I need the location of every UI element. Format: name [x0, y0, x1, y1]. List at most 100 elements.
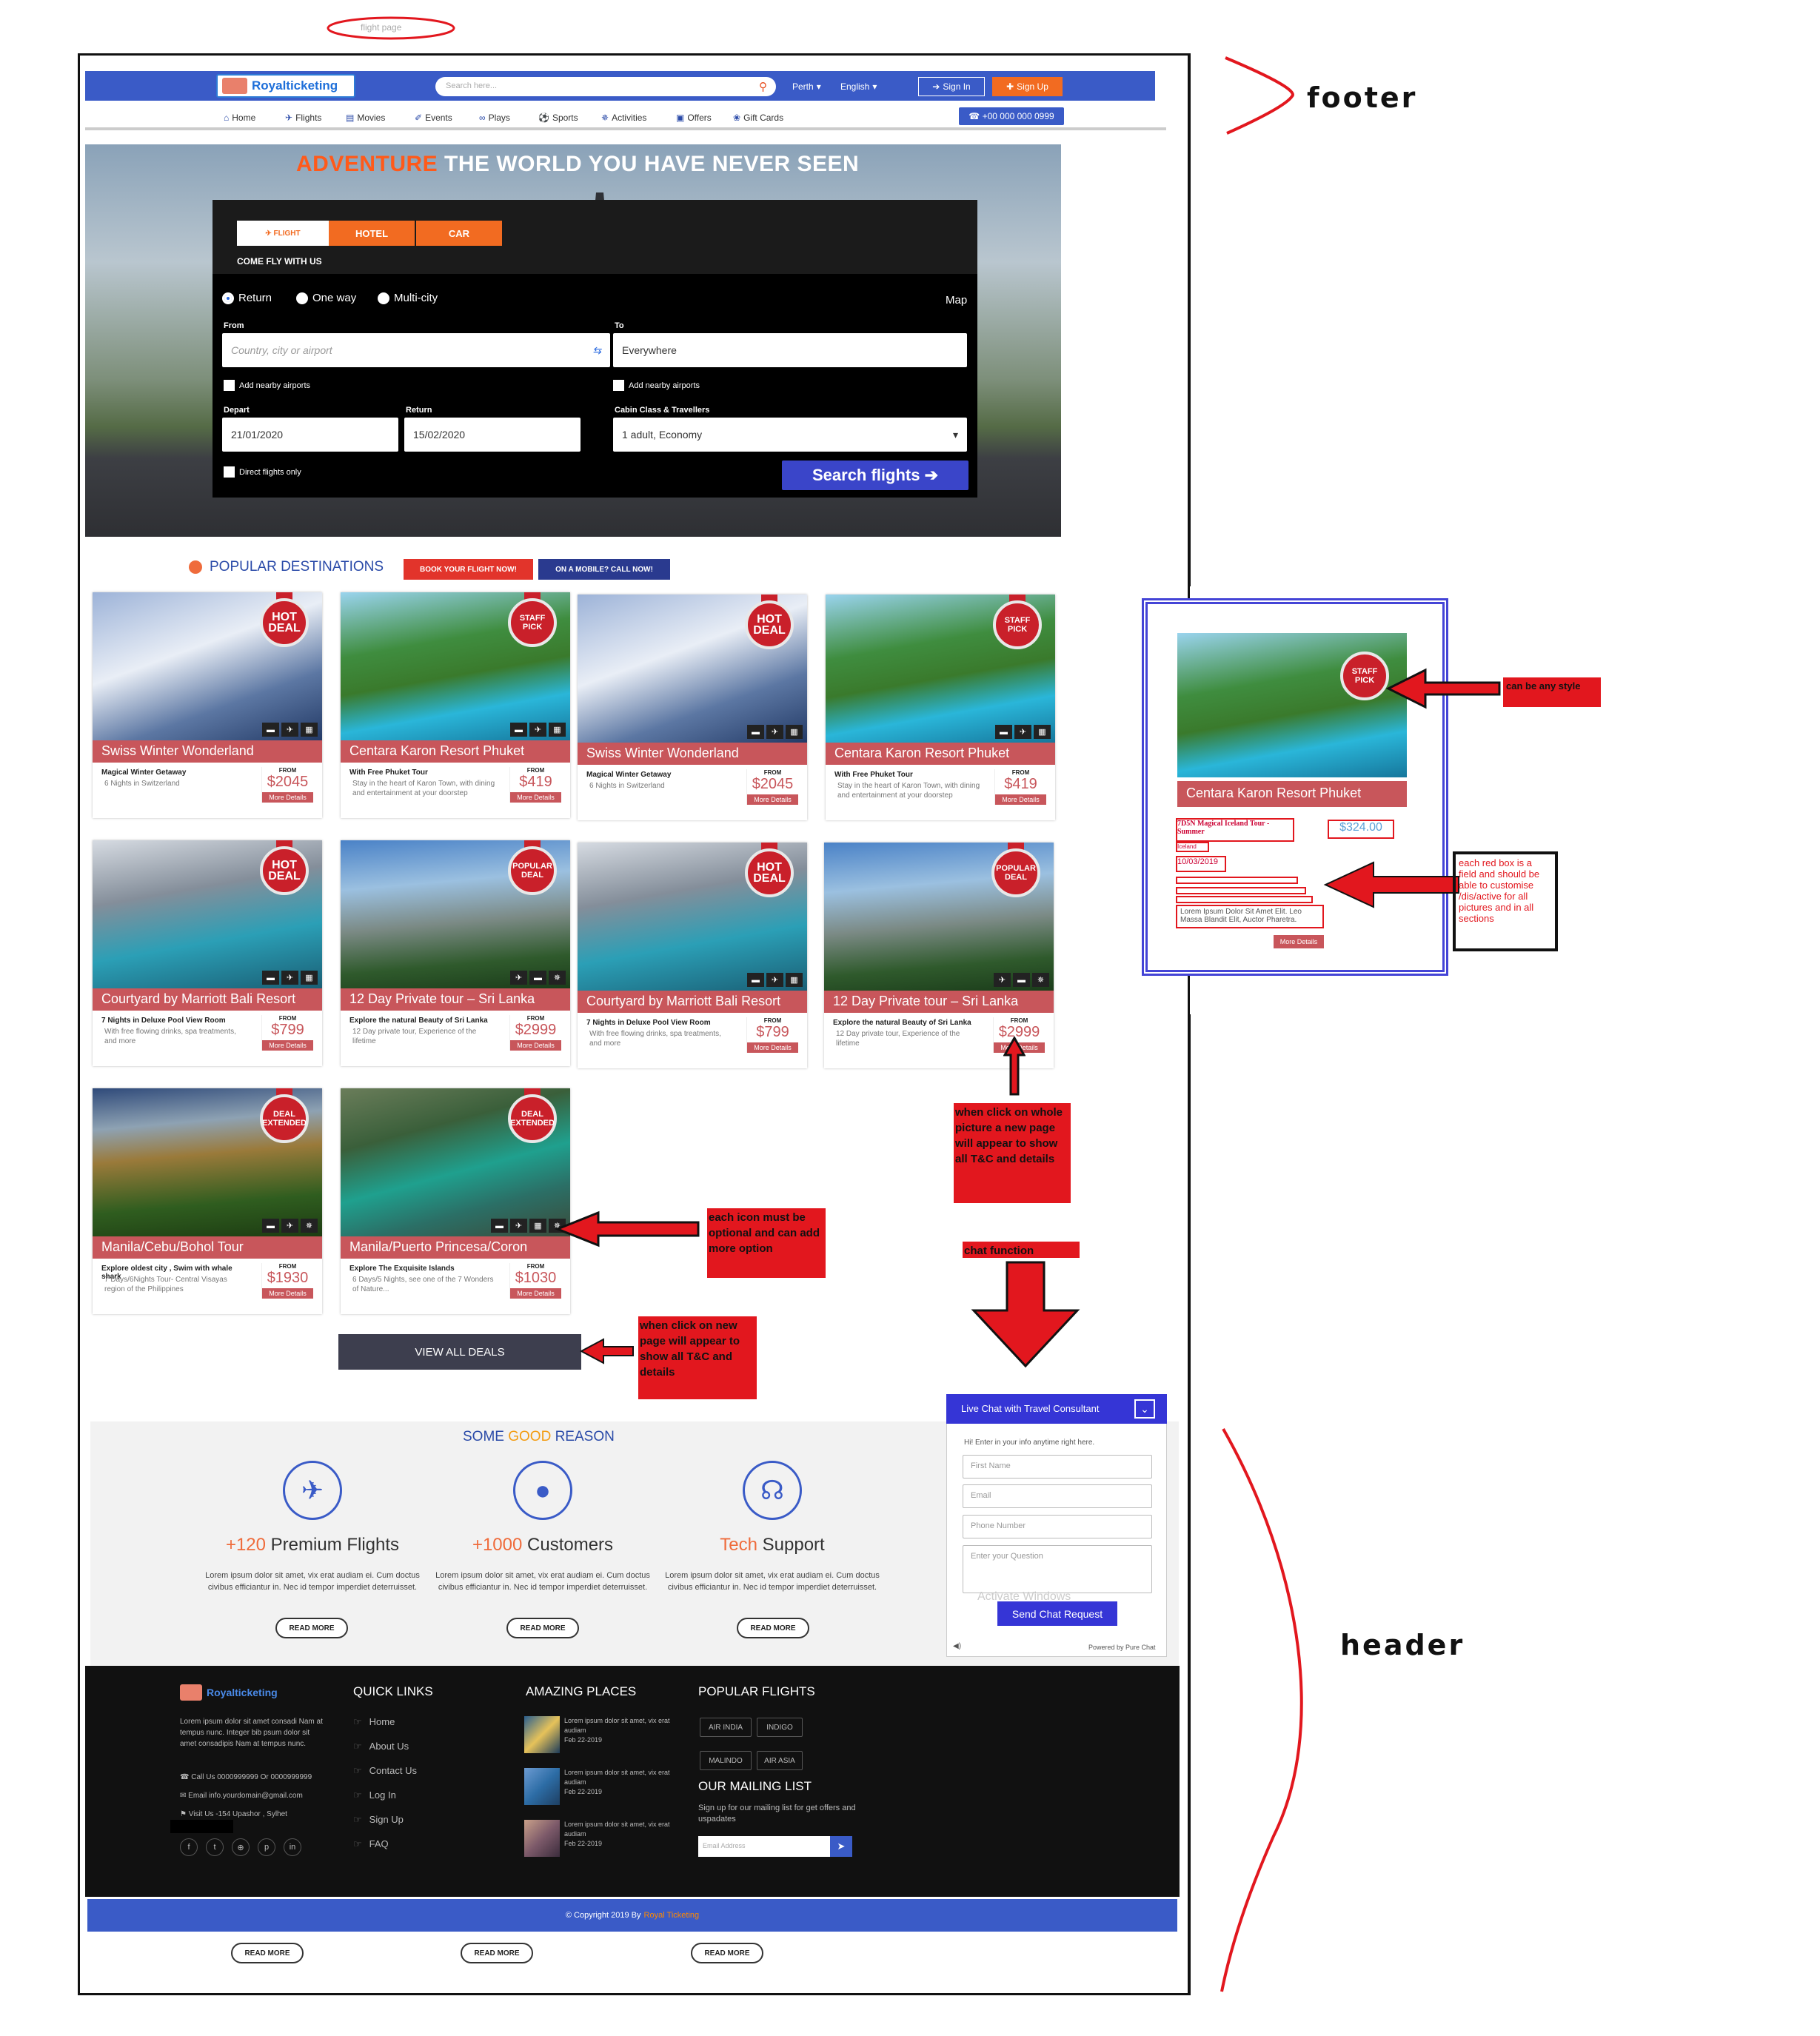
- deal-card[interactable]: POPULAR DEAL ✈ ▬ ✵ 12 Day Private tour – S…: [824, 843, 1054, 1068]
- chat-email[interactable]: Email: [963, 1484, 1152, 1508]
- card-title: Centara Karon Resort Phuket: [341, 740, 570, 763]
- view-all-deals-button[interactable]: VIEW ALL DEALS: [338, 1334, 581, 1370]
- side-card-badge: STAFF PICK: [1340, 652, 1389, 700]
- nav-plays[interactable]: ∞ Plays: [479, 113, 510, 123]
- call-now-button[interactable]: ON A MOBILE? CALL NOW!: [538, 559, 670, 580]
- city-select[interactable]: Perth ▾: [792, 77, 821, 96]
- read-more-button[interactable]: READ MORE: [275, 1618, 348, 1638]
- footer-link-about[interactable]: ☞ About Us: [353, 1741, 409, 1752]
- read-more-button[interactable]: READ MORE: [461, 1943, 533, 1963]
- depart-input[interactable]: 21/01/2020: [222, 418, 398, 452]
- direct-flights-checkbox[interactable]: Direct flights only: [224, 466, 301, 478]
- chevron-down-icon[interactable]: ⌄: [1134, 1399, 1155, 1419]
- swap-icon[interactable]: ⇆: [592, 344, 601, 357]
- phone-button[interactable]: ☎ +00 000 000 0999: [959, 107, 1064, 125]
- deal-card[interactable]: HOT DEAL ▬ ✈ ▦ Swiss Winter Wonderland Mag…: [93, 592, 322, 818]
- footer-link-contact[interactable]: ☞ Contact Us: [353, 1765, 417, 1777]
- footer-link-login[interactable]: ☞ Log In: [353, 1789, 396, 1801]
- place-item[interactable]: Lorem ipsum dolor sit amet, vix erat aud…: [564, 1768, 675, 1797]
- nav-offers[interactable]: ▣ Offers: [676, 113, 712, 123]
- more-details-button[interactable]: More Details: [262, 1040, 313, 1051]
- read-more-button[interactable]: READ MORE: [737, 1618, 809, 1638]
- nearby-to-checkbox[interactable]: Add nearby airports: [613, 380, 700, 391]
- radio-return[interactable]: Return: [222, 292, 272, 304]
- radio-one-way[interactable]: One way: [296, 292, 356, 304]
- chat-question[interactable]: Enter your Question: [963, 1545, 1152, 1593]
- more-details-button[interactable]: More Details: [510, 792, 561, 803]
- plane-icon: ✈: [281, 1219, 298, 1233]
- logo[interactable]: Royalticketing: [216, 74, 355, 98]
- deal-card[interactable]: HOT DEAL ▬ ✈ ▦ Swiss Winter Wonderland Mag…: [578, 595, 807, 820]
- nav-events[interactable]: ✐ Events: [415, 113, 452, 123]
- tab-flight[interactable]: ✈ FLIGHT: [237, 221, 329, 246]
- search-icon[interactable]: ⚲: [759, 80, 767, 93]
- more-details-button[interactable]: More Details: [510, 1288, 561, 1299]
- deal-card[interactable]: STAFF PICK ▬ ✈ ▦ Centara Karon Resort Phuk…: [341, 592, 570, 818]
- nav-gift-cards[interactable]: ❀ Gift Cards: [733, 113, 783, 123]
- read-more-button[interactable]: READ MORE: [231, 1943, 304, 1963]
- footer-link-home[interactable]: ☞ Home: [353, 1716, 395, 1728]
- cabin-select[interactable]: 1 adult, Economy ▾: [613, 418, 967, 452]
- search-flights-button[interactable]: Search flights ➔: [782, 461, 968, 490]
- return-input[interactable]: 15/02/2020: [404, 418, 581, 452]
- card-subtitle: With Free Phuket Tour: [349, 768, 428, 777]
- pinterest-icon[interactable]: p: [258, 1838, 275, 1856]
- dribbble-icon[interactable]: ⊕: [232, 1838, 250, 1856]
- map-link[interactable]: Map: [946, 294, 967, 307]
- place-item[interactable]: Lorem ipsum dolor sit amet, vix erat aud…: [564, 1716, 675, 1745]
- nav-movies[interactable]: ▤ Movies: [346, 113, 385, 123]
- nav-sports[interactable]: ⚽ Sports: [538, 113, 578, 123]
- deal-card[interactable]: HOT DEAL ▬ ✈ ▦ Courtyard by Marriott Bali …: [93, 840, 322, 1066]
- airline-tag[interactable]: AIR INDIA: [700, 1718, 752, 1737]
- deal-card[interactable]: HOT DEAL ▬ ✈ ▦ Courtyard by Marriott Bali …: [578, 843, 807, 1068]
- nav-home[interactable]: ⌂ Home: [224, 113, 255, 123]
- nav-activities[interactable]: ✵ Activities: [601, 113, 646, 123]
- chat-first-name[interactable]: First Name: [963, 1455, 1152, 1479]
- side-more-details-button[interactable]: More Details: [1274, 935, 1324, 948]
- deal-card[interactable]: DEAL EXTENDED ▬ ✈ ▦ ✵ Manila/Puerto Princes…: [341, 1088, 570, 1314]
- more-details-button[interactable]: More Details: [995, 794, 1046, 805]
- linkedin-icon[interactable]: in: [284, 1838, 301, 1856]
- deal-card[interactable]: POPULAR DEAL ✈ ▬ ✵ 12 Day Private tour – S…: [341, 840, 570, 1066]
- card-subtitle: 7 Nights in Deluxe Pool View Room: [101, 1017, 226, 1025]
- send-icon[interactable]: ➤: [830, 1836, 852, 1857]
- nearby-from-checkbox[interactable]: Add nearby airports: [224, 380, 310, 391]
- deal-card[interactable]: STAFF PICK ▬ ✈ ▦ Centara Karon Resort Phuk…: [826, 595, 1055, 820]
- read-more-button[interactable]: READ MORE: [691, 1943, 763, 1963]
- footer-link-signup[interactable]: ☞ Sign Up: [353, 1814, 404, 1826]
- twitter-icon[interactable]: t: [206, 1838, 224, 1856]
- sign-up-button[interactable]: ✚ Sign Up: [992, 77, 1063, 96]
- tab-car[interactable]: CAR: [416, 221, 502, 246]
- more-details-button[interactable]: More Details: [262, 792, 313, 803]
- sound-icon[interactable]: ◀): [953, 1642, 961, 1650]
- chat-phone[interactable]: Phone Number: [963, 1515, 1152, 1538]
- read-more-button[interactable]: READ MORE: [506, 1618, 579, 1638]
- place-thumbnail[interactable]: [524, 1768, 560, 1805]
- place-thumbnail[interactable]: [524, 1820, 560, 1857]
- tab-hotel[interactable]: HOTEL: [329, 221, 415, 246]
- place-item[interactable]: Lorem ipsum dolor sit amet, vix erat aud…: [564, 1820, 675, 1849]
- footer-link-faq[interactable]: ☞ FAQ: [353, 1838, 389, 1850]
- deal-card[interactable]: DEAL EXTENDED ▬ ✈ ✵ Manila/Cebu/Bohol Tour…: [93, 1088, 322, 1314]
- more-details-button[interactable]: More Details: [510, 1040, 561, 1051]
- sign-in-button[interactable]: ➔ Sign In: [918, 77, 985, 96]
- language-select[interactable]: English ▾: [840, 77, 877, 96]
- chevron-down-icon: ▾: [816, 81, 821, 92]
- airline-tag[interactable]: INDIGO: [757, 1718, 803, 1737]
- send-chat-button[interactable]: Send Chat Request: [997, 1601, 1117, 1626]
- book-flight-button[interactable]: BOOK YOUR FLIGHT NOW!: [404, 559, 533, 580]
- side-field-country: Iceland: [1176, 842, 1209, 852]
- nav-flights[interactable]: ✈ Flights: [285, 113, 321, 123]
- to-input[interactable]: Everywhere: [613, 333, 967, 367]
- airline-tag[interactable]: MALINDO: [700, 1751, 752, 1770]
- facebook-icon[interactable]: f: [180, 1838, 198, 1856]
- from-input[interactable]: Country, city or airport ⇆: [222, 333, 610, 367]
- search-input[interactable]: Search here... ⚲: [435, 77, 776, 96]
- airline-tag[interactable]: AIR ASIA: [757, 1751, 803, 1770]
- more-details-button[interactable]: More Details: [747, 1042, 798, 1053]
- mailing-email-input[interactable]: Email Address: [698, 1836, 830, 1857]
- more-details-button[interactable]: More Details: [747, 794, 798, 805]
- more-details-button[interactable]: More Details: [262, 1288, 313, 1299]
- place-thumbnail[interactable]: [524, 1716, 560, 1753]
- radio-multi-city[interactable]: Multi-city: [378, 292, 438, 304]
